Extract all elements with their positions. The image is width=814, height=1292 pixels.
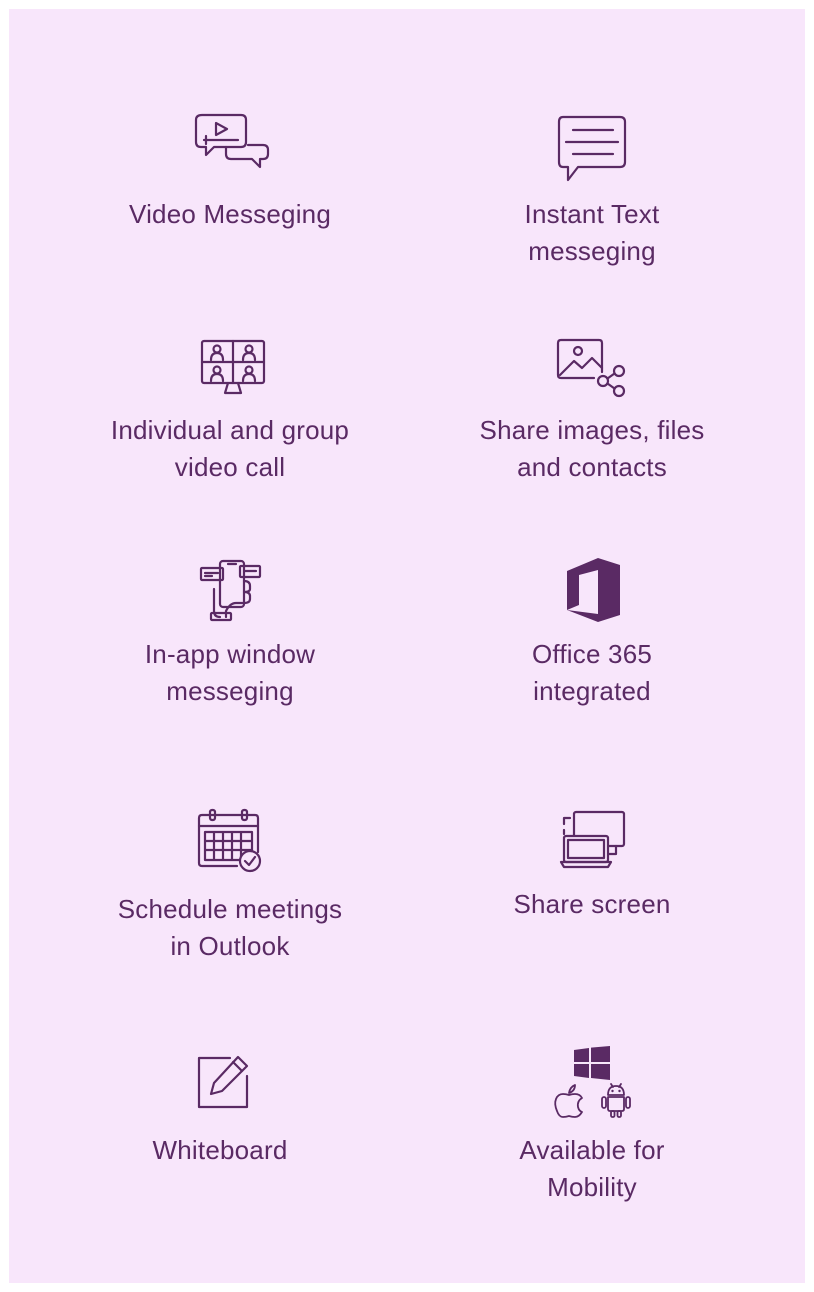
- feature-label: Whiteboard: [152, 1135, 288, 1165]
- feature-label: Share images, files and contacts: [479, 415, 705, 482]
- feature-label: Individual and group video call: [110, 415, 350, 482]
- in-app-messaging-icon: [199, 559, 262, 622]
- feature-label: Available for Mobility: [519, 1135, 665, 1202]
- share-image-icon: [556, 338, 626, 398]
- feature-label: Video Messeging: [129, 199, 331, 229]
- android-icon: [601, 1083, 631, 1118]
- feature-label: Schedule meetings in Outlook: [117, 894, 343, 961]
- windows-icon: [574, 1046, 610, 1080]
- feature-label: In-app window messeging: [144, 639, 316, 706]
- whiteboard-icon: [197, 1055, 249, 1109]
- feature-label: Office 365 integrated: [531, 639, 653, 706]
- feature-label: Share screen: [513, 889, 671, 919]
- group-video-call-icon: [200, 339, 266, 395]
- chat-text-icon: [557, 115, 627, 182]
- calendar-check-icon: [197, 808, 262, 873]
- apple-icon: [554, 1084, 583, 1118]
- feature-label: Instant Text messeging: [524, 199, 660, 266]
- video-message-icon: [194, 113, 270, 169]
- share-screen-icon: [559, 810, 626, 869]
- office-365-icon: [567, 558, 620, 622]
